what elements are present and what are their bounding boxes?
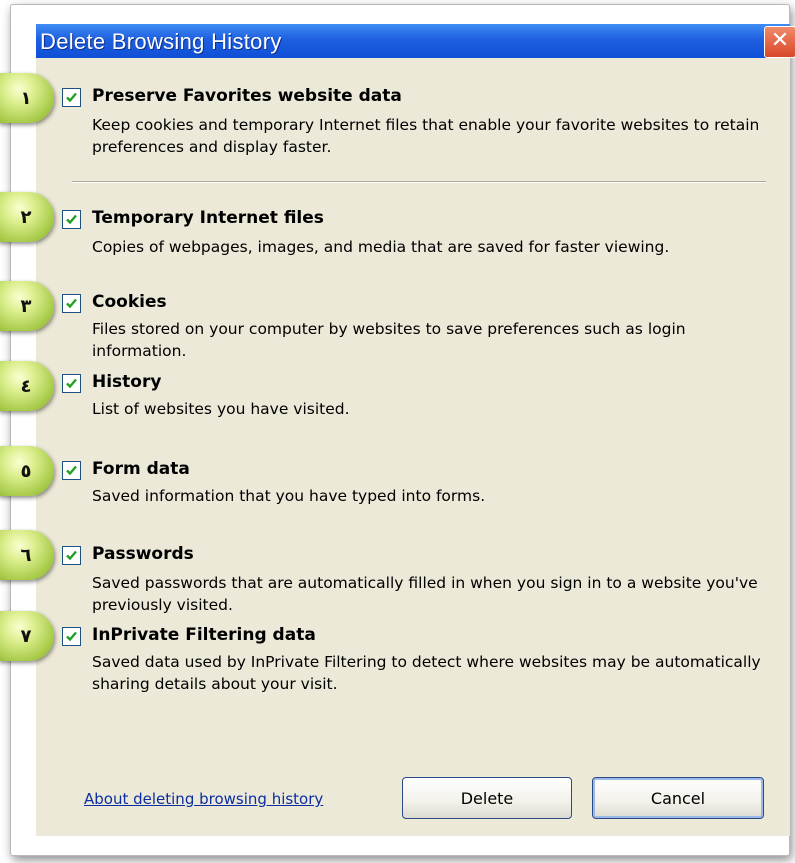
option-desc-inprivate-filtering: Saved data used by InPrivate Filtering t… <box>92 653 761 693</box>
title-bar: Delete Browsing History ✕ <box>36 24 795 58</box>
checkmark-icon <box>66 298 77 309</box>
option-title-inprivate-filtering[interactable]: InPrivate Filtering data <box>92 625 316 645</box>
option-title-cookies[interactable]: Cookies <box>92 292 167 312</box>
separator <box>72 181 766 183</box>
option-desc-form-data: Saved information that you have typed in… <box>92 487 486 505</box>
close-button[interactable]: ✕ <box>764 26 795 58</box>
option-desc-temporary-internet-files: Copies of webpages, images, and media th… <box>92 238 670 256</box>
option-desc-passwords: Saved passwords that are automatically f… <box>92 574 758 614</box>
checkmark-icon <box>66 550 77 561</box>
option-desc-preserve-favorites: Keep cookies and temporary Internet file… <box>92 116 760 156</box>
delete-button[interactable]: Delete <box>402 777 572 819</box>
number-badge-6: ٦ <box>0 530 54 580</box>
cancel-button[interactable]: Cancel <box>592 777 764 819</box>
checkbox-preserve-favorites[interactable] <box>62 88 81 107</box>
checkbox-history[interactable] <box>62 374 81 393</box>
number-badge-4: ٤ <box>0 361 54 411</box>
option-desc-cookies: Files stored on your computer by website… <box>92 320 686 360</box>
checkbox-form-data[interactable] <box>62 461 81 480</box>
option-title-temporary-internet-files[interactable]: Temporary Internet files <box>92 208 324 228</box>
checkmark-icon <box>66 214 77 225</box>
checkmark-icon <box>66 92 77 103</box>
close-icon: ✕ <box>770 28 790 53</box>
option-desc-history: List of websites you have visited. <box>92 400 350 418</box>
checkbox-cookies[interactable] <box>62 294 81 313</box>
number-badge-3: ٣ <box>0 281 54 331</box>
dialog-title: Delete Browsing History <box>40 29 282 54</box>
checkbox-passwords[interactable] <box>62 546 81 565</box>
about-deleting-history-link[interactable]: About deleting browsing history <box>84 790 323 808</box>
checkbox-temporary-internet-files[interactable] <box>62 210 81 229</box>
delete-browsing-history-dialog: Delete Browsing History ✕ Preserve Favor… <box>36 24 795 836</box>
checkmark-icon <box>66 465 77 476</box>
number-badge-5: ٥ <box>0 446 54 496</box>
number-badge-7: ٧ <box>0 611 54 661</box>
option-title-form-data[interactable]: Form data <box>92 459 190 479</box>
number-badge-2: ٢ <box>0 192 54 242</box>
checkmark-icon <box>66 631 77 642</box>
checkmark-icon <box>66 378 77 389</box>
option-title-passwords[interactable]: Passwords <box>92 544 194 564</box>
option-title-preserve-favorites[interactable]: Preserve Favorites website data <box>92 86 402 106</box>
checkbox-inprivate-filtering[interactable] <box>62 627 81 646</box>
number-badge-1: ١ <box>0 73 54 123</box>
option-title-history[interactable]: History <box>92 372 161 392</box>
